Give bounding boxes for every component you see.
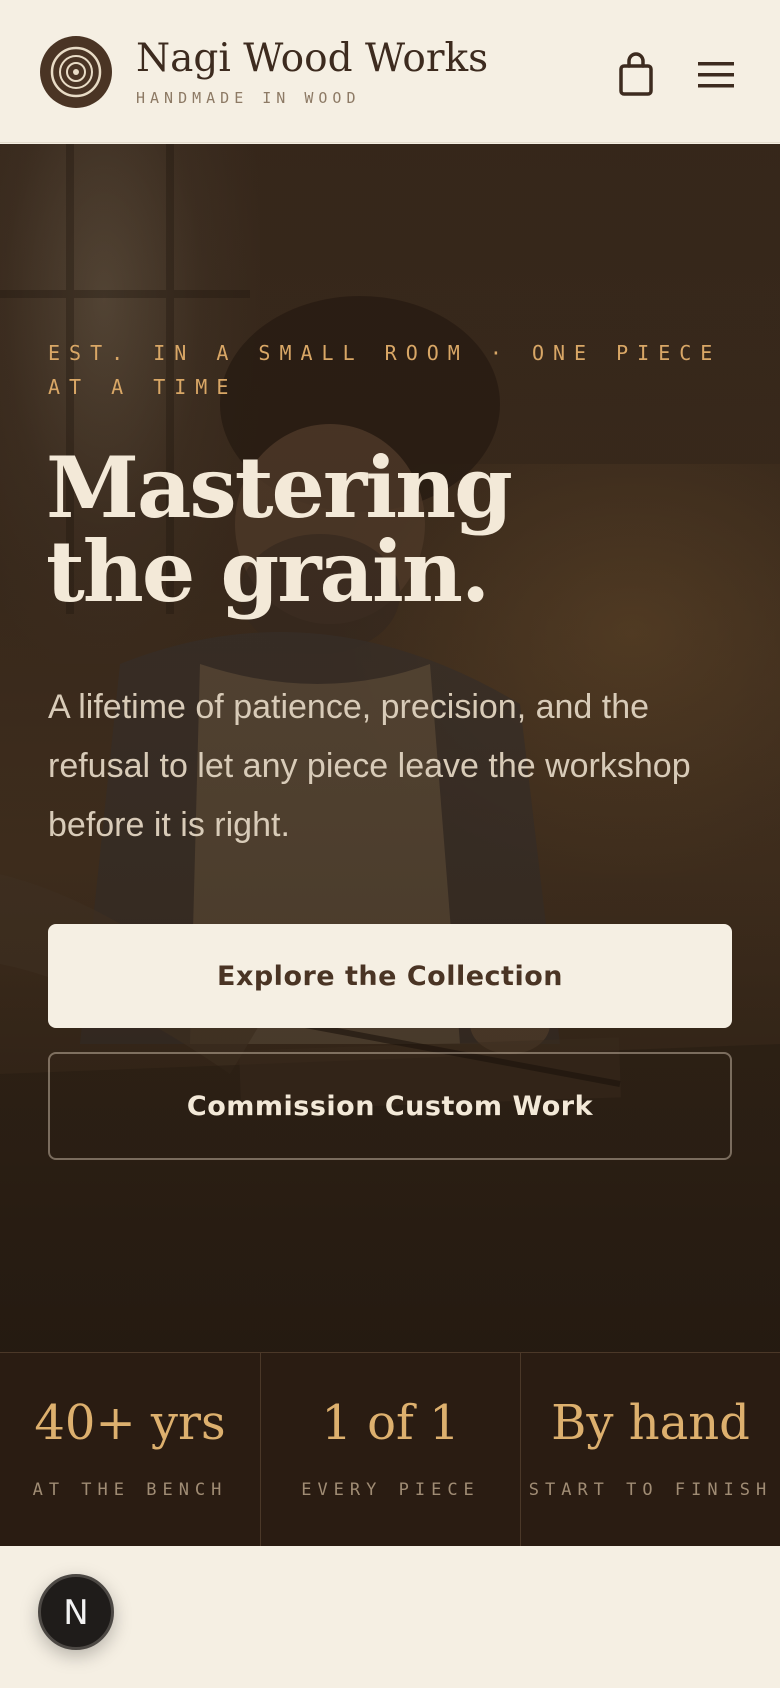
hamburger-menu-icon: [698, 62, 734, 88]
menu-button[interactable]: [696, 58, 736, 92]
fab-label: N: [63, 1593, 89, 1633]
hero-description: A lifetime of patience, precision, and t…: [48, 688, 691, 844]
wood-rings-icon: [50, 46, 102, 98]
stat-item: 40+ yrs AT THE BENCH: [0, 1353, 260, 1547]
stat-value: 40+ yrs: [34, 1395, 226, 1451]
stat-label: START TO FINISH: [528, 1480, 773, 1500]
commission-custom-work-button[interactable]: Commission Custom Work: [48, 1052, 732, 1160]
brand-name[interactable]: Nagi Wood Works: [136, 36, 488, 81]
stat-label: AT THE BENCH: [32, 1480, 228, 1500]
stat-item: By hand START TO FINISH: [520, 1353, 780, 1547]
shopping-bag-icon: [619, 52, 653, 96]
cart-button[interactable]: [616, 52, 656, 98]
hero-section: EST. IN A SMALL ROOM · ONE PIECE AT A TI…: [0, 144, 780, 1352]
hero-headline-line-2: the grain.: [46, 522, 490, 621]
explore-collection-button[interactable]: Explore the Collection: [48, 924, 732, 1028]
hero-headline-line-1: Mastering: [46, 438, 513, 537]
brand-logo[interactable]: [40, 36, 112, 108]
stat-value: By hand: [551, 1395, 750, 1451]
hero-headline: Mastering the grain.: [46, 446, 726, 614]
stat-item: 1 of 1 EVERY PIECE: [260, 1353, 520, 1547]
stats-strip: 40+ yrs AT THE BENCH 1 of 1 EVERY PIECE …: [0, 1352, 780, 1547]
stat-label: EVERY PIECE: [301, 1480, 480, 1500]
site-header: Nagi Wood Works HANDMADE IN WOOD: [0, 0, 780, 143]
page-bottom-area: [0, 1546, 780, 1688]
hero-eyebrow: EST. IN A SMALL ROOM · ONE PIECE AT A TI…: [48, 341, 722, 399]
stat-value: 1 of 1: [321, 1395, 460, 1451]
brand-tagline: HANDMADE IN WOOD: [136, 89, 361, 107]
floating-n-button[interactable]: N: [38, 1574, 114, 1650]
